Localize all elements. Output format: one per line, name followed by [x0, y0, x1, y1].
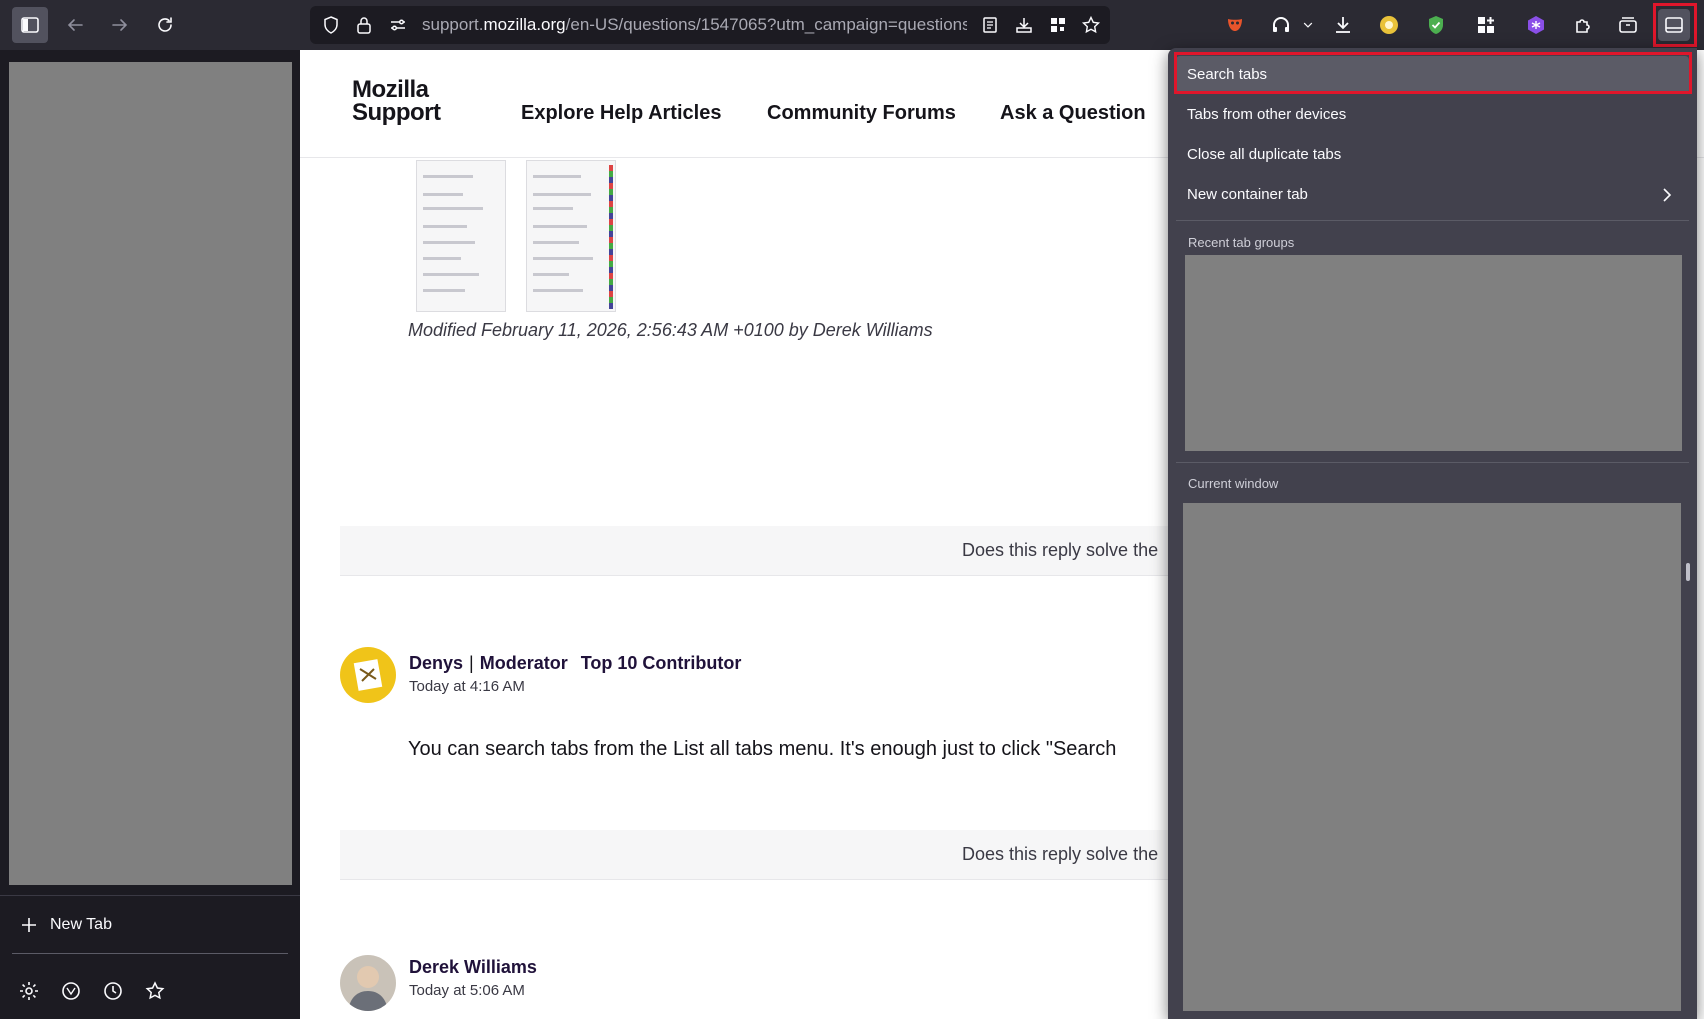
modified-note: Modified February 11, 2026, 2:56:43 AM +… [408, 320, 933, 340]
helpful-prompt-text: Does this reply solve the [962, 844, 1159, 864]
star-icon [145, 981, 165, 1000]
reply-text: You can search tabs from the List all ta… [408, 738, 1117, 760]
extensions-button[interactable] [1567, 9, 1599, 41]
downloads-icon [1336, 17, 1350, 33]
sidebar-toggle-icon [21, 17, 39, 33]
mask-extension-icon [1228, 19, 1242, 31]
mozilla-support-logo[interactable]: Mozilla Support [352, 76, 441, 126]
sidebar-toggle-button[interactable] [12, 7, 48, 43]
history-button[interactable] [102, 980, 124, 1002]
logo-line-1: Mozilla [352, 76, 429, 103]
panel-scrollbar[interactable] [1686, 563, 1690, 581]
coin-extension-icon [1380, 16, 1398, 34]
new-container-tab-label: New container tab [1187, 186, 1308, 203]
ai-chatbot-icon [62, 982, 80, 1000]
forward-button[interactable] [102, 7, 138, 43]
panel-divider [1176, 462, 1689, 463]
mask-extension-button[interactable] [1219, 9, 1251, 41]
permissions-icon[interactable] [388, 15, 408, 35]
forward-arrow-icon [112, 19, 128, 31]
apps-grid-icon [1478, 17, 1494, 33]
helpful-prompt-bar: Does this reply solve the [340, 830, 1240, 880]
url-text[interactable]: support.mozilla.org/en-US/questions/1547… [422, 15, 967, 37]
container-icon [1619, 17, 1637, 33]
avatar[interactable] [340, 955, 396, 1011]
bookmark-star-icon[interactable] [1081, 15, 1101, 35]
bookmarks-button[interactable] [144, 980, 166, 1002]
new-container-tab-item[interactable]: New container tab [1176, 176, 1689, 214]
history-clock-icon [104, 982, 122, 1000]
apps-extension-button[interactable] [1470, 9, 1502, 41]
avatar-photo-icon [348, 966, 388, 1011]
current-window-tabs-placeholder [1183, 503, 1681, 1011]
new-tab-button[interactable]: New Tab [20, 912, 112, 938]
gear-icon [20, 982, 38, 1000]
chevron-right-icon [1663, 188, 1672, 202]
avatar[interactable] [340, 647, 396, 703]
close-duplicate-tabs-label: Close all duplicate tabs [1187, 146, 1342, 163]
author-badge: Top 10 Contributor [580, 653, 742, 673]
screenshot-thumbnail[interactable] [416, 160, 506, 312]
nav-explore-help-articles[interactable]: Explore Help Articles [521, 102, 721, 125]
author-name[interactable]: Denys [409, 653, 463, 673]
helpful-prompt-text: Does this reply solve the [962, 540, 1159, 560]
settings-button[interactable] [18, 980, 40, 1002]
sidebar-tools [18, 980, 166, 1002]
sidebar-line [12, 953, 288, 954]
post-author-line: Derek Williams [409, 957, 537, 978]
container-button[interactable] [1612, 9, 1644, 41]
sidebar-tabs-placeholder [9, 62, 292, 885]
list-all-tabs-panel: Search tabs Tabs from other devices Clos… [1168, 48, 1697, 1019]
headphones-menu-button[interactable] [1297, 9, 1319, 41]
downloads-button[interactable] [1327, 9, 1359, 41]
tabs-from-other-devices-label: Tabs from other devices [1187, 106, 1347, 123]
vertical-tabs-sidebar: New Tab [0, 50, 300, 1019]
post-time: Today at 5:06 AM [409, 982, 525, 999]
current-window-heading: Current window [1188, 476, 1279, 491]
headphones-extension-button[interactable] [1265, 9, 1297, 41]
author-role: Moderator [479, 653, 568, 673]
back-arrow-icon [67, 19, 83, 31]
url-bar[interactable]: support.mozilla.org/en-US/questions/1547… [310, 6, 1110, 44]
headphones-icon [1273, 17, 1289, 32]
helpful-prompt-bar: Does this reply solve the [340, 526, 1240, 576]
nav-ask-a-question[interactable]: Ask a Question [1000, 102, 1146, 125]
reload-button[interactable] [147, 7, 183, 43]
puzzle-icon [1576, 19, 1590, 33]
lock-icon[interactable] [354, 15, 374, 35]
new-tab-label: New Tab [50, 916, 112, 933]
search-tabs-highlight [1174, 52, 1692, 94]
back-button[interactable] [57, 7, 93, 43]
plus-icon [22, 918, 36, 932]
tabs-from-other-devices-item[interactable]: Tabs from other devices [1176, 96, 1689, 134]
shield-extension-button[interactable] [1420, 9, 1452, 41]
ai-chatbot-button[interactable] [60, 980, 82, 1002]
recent-tab-groups-heading: Recent tab groups [1188, 235, 1295, 250]
post-author-line: Denys | Moderator Top 10 Contributor [409, 653, 741, 674]
post-time: Today at 4:16 AM [409, 678, 525, 695]
qr-code-icon[interactable] [1048, 15, 1068, 35]
reader-view-icon[interactable] [980, 15, 1000, 35]
shield-check-icon [1429, 16, 1443, 34]
chevron-down-icon [1303, 22, 1313, 28]
separator-pipe: | [469, 653, 474, 673]
recent-tab-groups-placeholder [1185, 255, 1682, 451]
list-all-tabs-highlight [1653, 3, 1697, 47]
nav-community-forums[interactable]: Community Forums [767, 102, 956, 125]
shield-icon[interactable] [321, 15, 341, 35]
screenshot-thumbnail[interactable] [526, 160, 616, 312]
logo-line-2: Support [352, 99, 441, 126]
coin-extension-button[interactable] [1373, 9, 1405, 41]
browser-toolbar: support.mozilla.org/en-US/questions/1547… [0, 0, 1704, 50]
author-name[interactable]: Derek Williams [409, 957, 537, 977]
panel-divider [1176, 220, 1689, 221]
purple-extension-icon [1528, 16, 1544, 34]
avatar-illustration-icon [353, 659, 383, 691]
reload-icon [158, 17, 172, 32]
close-duplicate-tabs-item[interactable]: Close all duplicate tabs [1176, 136, 1689, 174]
purple-extension-button[interactable] [1520, 9, 1552, 41]
save-page-icon[interactable] [1014, 15, 1034, 35]
sidebar-divider [0, 895, 300, 896]
